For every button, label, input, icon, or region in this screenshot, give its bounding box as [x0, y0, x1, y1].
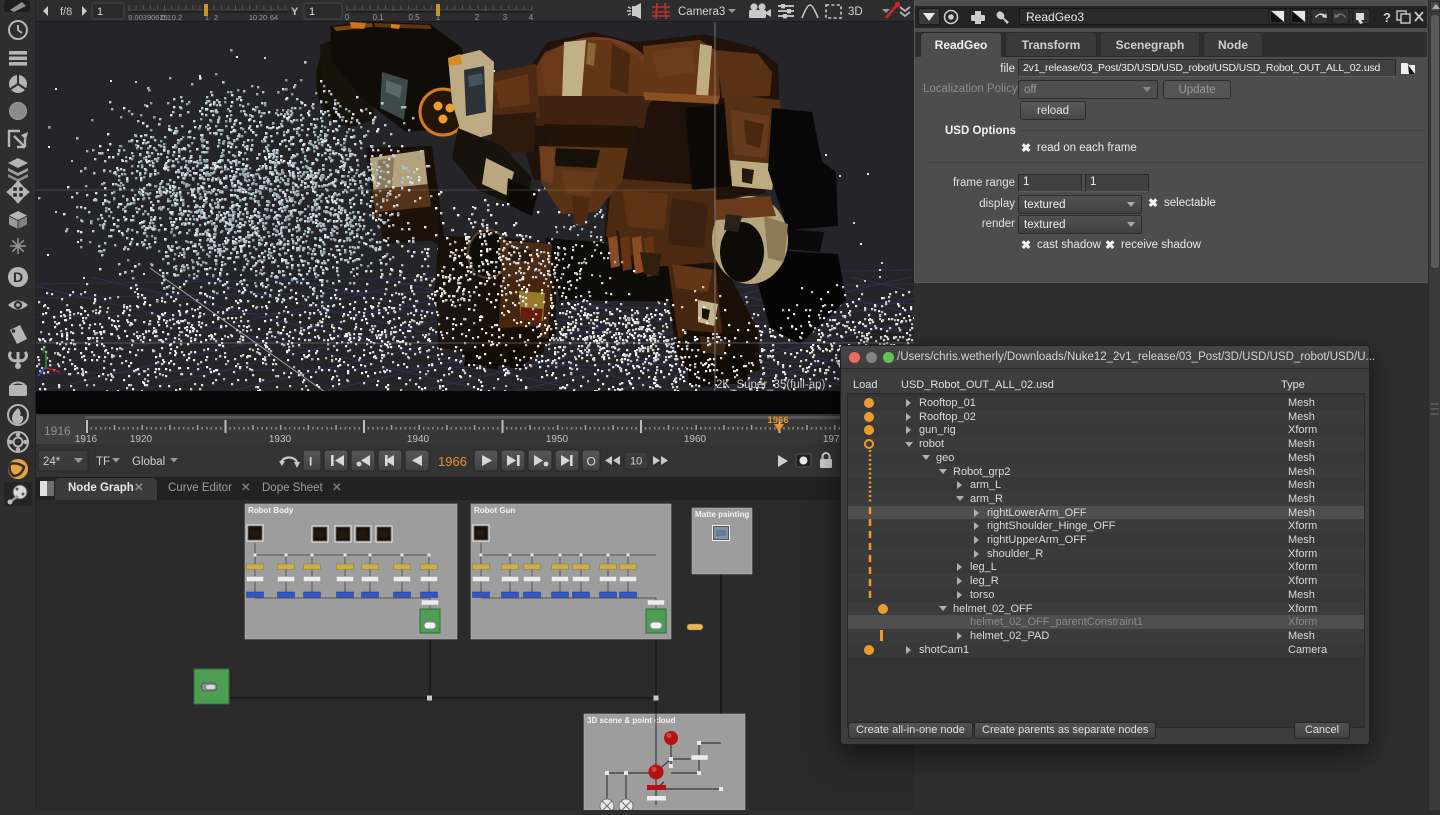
- svg-text:0.1: 0.1: [161, 13, 171, 22]
- svg-text:0.1: 0.1: [372, 13, 384, 22]
- svg-text:1940: 1940: [407, 434, 430, 444]
- svg-text:2K_Super_35(full-ap): 2K_Super_35(full-ap): [716, 379, 825, 391]
- svg-text:3D scene & point cloud: 3D scene & point cloud: [587, 716, 676, 725]
- svg-text:0.2: 0.2: [172, 13, 182, 22]
- svg-text:Camera3: Camera3: [678, 6, 725, 18]
- svg-text:1: 1: [436, 13, 441, 22]
- svg-text:TF: TF: [96, 456, 110, 468]
- svg-text:1930: 1930: [269, 434, 292, 444]
- svg-text:?: ?: [1383, 10, 1391, 25]
- svg-text:4: 4: [529, 13, 534, 22]
- svg-text:2: 2: [214, 13, 218, 22]
- svg-text:y: y: [42, 347, 46, 354]
- svg-text:3D: 3D: [848, 6, 863, 18]
- svg-text:1: 1: [97, 6, 103, 18]
- svg-text:1950: 1950: [546, 434, 569, 444]
- svg-text:Y: Y: [291, 6, 299, 18]
- svg-text:O: O: [587, 455, 596, 469]
- svg-text:1: 1: [309, 6, 315, 18]
- svg-text:1: 1: [205, 13, 209, 22]
- svg-text:0: 0: [345, 13, 350, 22]
- svg-text:D: D: [13, 269, 23, 285]
- svg-text:2: 2: [475, 13, 480, 22]
- svg-text:0.5: 0.5: [408, 13, 420, 22]
- svg-text:1960: 1960: [684, 434, 707, 444]
- svg-text:Matte painting: Matte painting: [695, 510, 749, 519]
- svg-text:3: 3: [503, 13, 508, 22]
- svg-text:f/8: f/8: [60, 6, 72, 18]
- svg-text:10: 10: [249, 13, 257, 22]
- svg-text:Robot Body: Robot Body: [248, 506, 294, 515]
- svg-text:1916: 1916: [75, 434, 98, 444]
- svg-text:Global: Global: [132, 456, 165, 468]
- svg-text:1966: 1966: [438, 454, 467, 469]
- svg-text:24*: 24*: [43, 456, 61, 468]
- svg-text:64: 64: [270, 13, 278, 22]
- svg-text:I: I: [309, 455, 312, 469]
- svg-text:10: 10: [630, 456, 642, 468]
- svg-text:1916: 1916: [44, 424, 71, 438]
- svg-text:Robot Gun: Robot Gun: [474, 506, 515, 515]
- svg-text:20: 20: [259, 13, 267, 22]
- svg-text:1920: 1920: [130, 434, 153, 444]
